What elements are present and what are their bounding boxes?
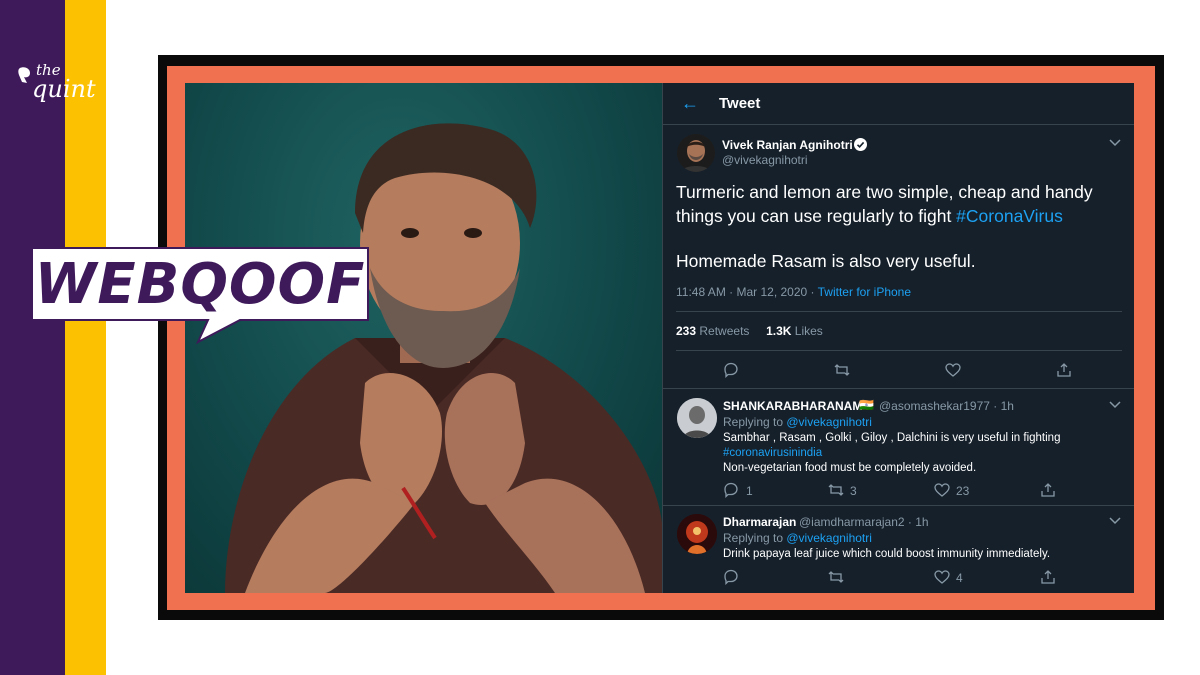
reply-author-name[interactable]: Dharmarajan [723,515,796,529]
likes-count[interactable]: 1.3K [766,324,791,338]
heart-icon[interactable] [934,569,950,585]
retweet-icon[interactable] [828,482,844,498]
reply-avatar-image [677,398,717,438]
arrow-left-icon[interactable]: ← [681,93,699,114]
retweets-label: Retweets [699,324,750,338]
reply-author-handle[interactable]: @asomashekar1977 · 1h [879,399,1014,413]
reply-text-line1: Sambhar , Rasam , Golki , Giloy , Dalchi… [723,432,1061,444]
replying-to-link[interactable]: @vivekagnihotri [786,531,872,545]
divider [676,311,1122,312]
reply-icon[interactable] [723,362,739,378]
reply-author-name[interactable]: SHANKARABHARANAM [723,399,862,413]
webqoof-label: WEBQOOF [34,251,366,317]
heart-icon[interactable] [945,362,961,378]
india-flag-icon: 🇮🇳 [859,398,874,412]
retweet-icon[interactable] [834,362,850,378]
reply-icon[interactable] [723,482,739,498]
tweet-header: ← Tweet [663,83,1134,125]
reply-avatar[interactable] [677,514,717,554]
replying-to-prefix: Replying to [723,415,787,429]
divider [663,505,1134,506]
the-quint-logo: the quint [18,62,96,106]
author-avatar[interactable] [677,134,715,172]
webqoof-badge: WEBQOOF [30,246,370,345]
tweet-meta: 11:48 AM · Mar 12, 2020 · Twitter for iP… [676,285,911,299]
replying-to: Replying to @vivekagnihotri [723,531,872,545]
divider [676,350,1122,351]
tweet-body: Turmeric and lemon are two simple, cheap… [676,180,1126,228]
tweet-header-title: Tweet [719,95,761,112]
reply-avatar-image [677,514,717,554]
chevron-down-icon[interactable] [1109,401,1121,409]
quote-mark-icon [18,67,30,83]
tweet-timestamp[interactable]: 11:48 AM · Mar 12, 2020 · [676,285,818,299]
author-avatar-image [677,134,715,172]
likes-label: Likes [794,324,823,338]
author-name[interactable]: Vivek Ranjan Agnihotri [722,138,853,152]
reply-like-count: 4 [956,571,963,585]
chevron-down-icon[interactable] [1109,139,1121,147]
reply-text-line1: Drink papaya leaf juice which could boos… [723,548,1051,560]
replying-to-link[interactable]: @vivekagnihotri [786,415,872,429]
heart-icon[interactable] [934,482,950,498]
reply-hashtag: #coronavirusinindia [723,446,1123,461]
retweet-icon[interactable] [828,569,844,585]
author-handle[interactable]: @vivekagnihotri [722,153,808,167]
reply-icon[interactable] [723,569,739,585]
share-icon[interactable] [1056,362,1072,378]
reply-reply-count: 1 [746,484,753,498]
reply-avatar[interactable] [677,398,717,438]
share-icon[interactable] [1040,569,1056,585]
tweet-stats: 233 Retweets 1.3K Likes [676,324,823,338]
replying-to-prefix: Replying to [723,531,787,545]
logo-word-quint: quint [32,75,96,103]
reply-retweet-count: 3 [850,484,857,498]
tweet-screenshot: ← Tweet Vivek Ranjan Agnihotri @vivekagn… [662,83,1134,593]
reply-text-line2: Non-vegetarian food must be completely a… [723,462,977,474]
reply-like-count: 23 [956,484,970,498]
tweet-source-link[interactable]: Twitter for iPhone [818,285,911,299]
verified-badge-icon [854,138,867,151]
tweet-body-line2: Homemade Rasam is also very useful. [676,251,976,271]
retweets-count[interactable]: 233 [676,324,696,338]
reply-author-handle[interactable]: @iamdharmarajan2 · 1h [799,515,929,529]
divider [663,388,1134,389]
replying-to: Replying to @vivekagnihotri [723,415,872,429]
share-icon[interactable] [1040,482,1056,498]
reply-hashtag-link[interactable]: #coronavirusinindia [723,447,822,459]
tweet-hashtag-link[interactable]: #CoronaVirus [956,206,1063,226]
chevron-down-icon[interactable] [1109,517,1121,525]
